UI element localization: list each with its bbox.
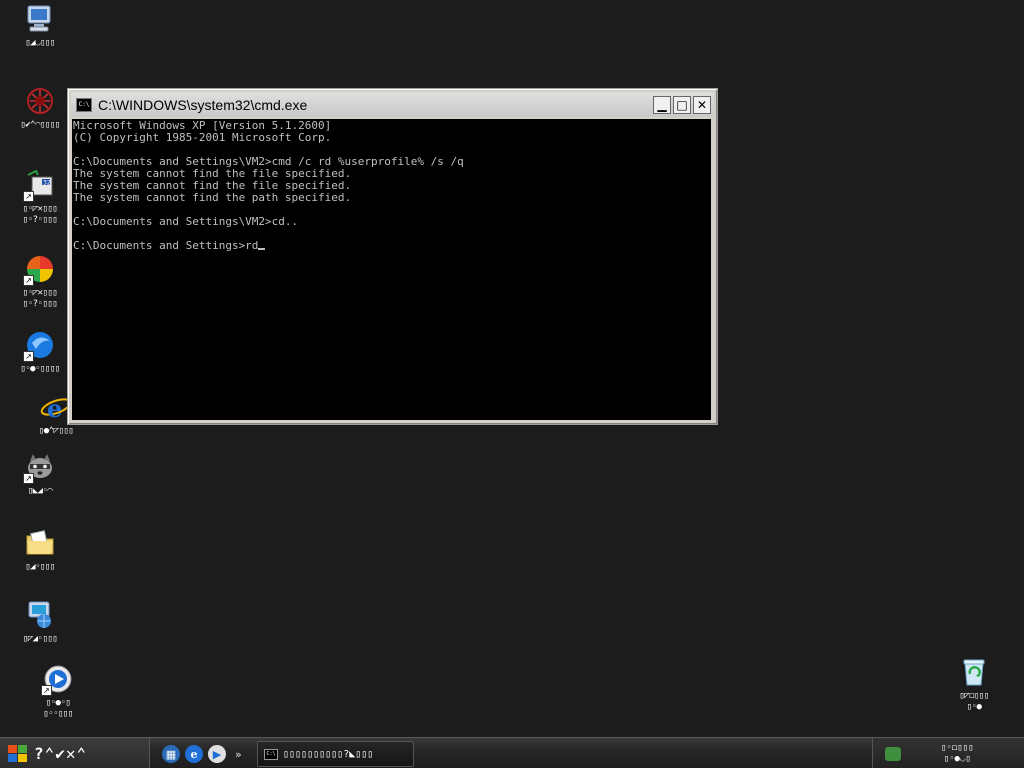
desktop-icon-label: ▯◦●◦▯▯▯▯ — [20, 364, 60, 374]
show-desktop-icon[interactable]: ▦ — [162, 745, 180, 763]
shortcut-arrow-icon: ↗ — [23, 351, 34, 362]
desktop-icon-my-documents[interactable]: ▯◢◦▯▯▯ — [0, 526, 80, 590]
shortcut-arrow-icon: ↗ — [23, 191, 34, 202]
shortcut-arrow-icon: ↗ — [23, 275, 34, 286]
desktop-icon-label: ▯✔⌃◠▯▯▯▯ — [20, 120, 60, 130]
blue-orb-icon: ↗ — [23, 328, 57, 362]
start-button[interactable]: ?⌃✔✕⌃ — [0, 738, 150, 768]
svg-text:32: 32 — [43, 180, 51, 187]
console-app-icon: C:\ — [264, 748, 278, 760]
desktop-icon-label: ▯◣◢◦◠ — [27, 486, 53, 496]
system-tray: ▯◦◻▯▯▯ ▯◦●◡▯ — [872, 738, 1024, 768]
close-button[interactable]: ✕ — [693, 95, 711, 114]
window-titlebar[interactable]: C:\ C:\WINDOWS\system32\cmd.exe ▁ □ ✕ — [71, 92, 714, 117]
media-player-quicklaunch-icon[interactable]: ▶ — [208, 745, 226, 763]
taskbar: ?⌃✔✕⌃ ▦ e ▶ » C:\ ▯▯▯▯▯▯▯▯▯▯?◣▯▯▯ ▯◦◻▯▯▯… — [0, 737, 1024, 768]
quick-launch-bar: ▦ e ▶ » — [162, 742, 242, 766]
computer-icon — [23, 2, 57, 36]
desktop-icon-label: ▯◸◢◦▯▯▯ — [22, 634, 58, 644]
window-title: C:\WINDOWS\system32\cmd.exe — [98, 96, 308, 113]
desktop-icon-raccoon-app[interactable]: ↗ ▯◣◢◦◠ — [0, 450, 80, 514]
svg-text:e: e — [47, 394, 62, 423]
text-cursor — [258, 248, 266, 250]
pinwheel-icon: ↗ — [23, 252, 57, 286]
raccoon-icon: ↗ — [23, 450, 57, 484]
folder-icon — [23, 526, 57, 560]
desktop-icon-media-player[interactable]: ↗ ▯◦●◦▯ ▯◦◦▯▯▯ — [18, 662, 98, 726]
taskbar-button-cmd[interactable]: C:\ ▯▯▯▯▯▯▯▯▯▯?◣▯▯▯ — [257, 741, 414, 767]
desktop-icon-label: ▯◦◸✕▯▯▯ ▯◦?◦▯▯▯ — [22, 204, 58, 225]
desktop-icon-my-computer[interactable]: ▯◢◡▯▯▯ — [0, 2, 80, 66]
console-prompt-text: C:\Documents and Settings>rd — [73, 239, 259, 252]
tray-clock[interactable]: ▯◦◻▯▯▯ ▯◦●◡▯ — [941, 743, 974, 765]
desktop-icon-label: ▯◢◦▯▯▯ — [25, 562, 55, 572]
console-line: The system cannot find the path specifie… — [73, 191, 352, 204]
desktop-icon-label: ▯◸◻▯▯▯ ▯◦● — [959, 691, 989, 712]
desktop-icon-label: ▯◦◸✕▯▯▯ ▯◦?◦▯▯▯ — [22, 288, 58, 309]
desktop-icon-network-places[interactable]: ▯◸◢◦▯▯▯ — [0, 598, 80, 662]
recycle-bin-icon — [957, 655, 991, 689]
start-button-label: ?⌃✔✕⌃ — [34, 744, 88, 763]
console-output[interactable]: Microsoft Windows XP [Version 5.1.2600] … — [72, 119, 713, 420]
paint-icon: 32 ↗ — [23, 168, 57, 202]
desktop-icon-label: ▯◢◡▯▯▯ — [25, 38, 55, 48]
cmd-window[interactable]: C:\ C:\WINDOWS\system32\cmd.exe ▁ □ ✕ Mi… — [67, 88, 718, 425]
windows-flag-icon — [8, 744, 28, 763]
console-prompt-line[interactable]: C:\Documents and Settings>rd — [73, 240, 711, 252]
minimize-button[interactable]: ▁ — [653, 95, 671, 114]
media-player-icon: ↗ — [41, 662, 75, 696]
console-app-icon[interactable]: C:\ — [76, 97, 92, 112]
network-icon — [23, 84, 57, 118]
quicklaunch-more-button[interactable]: » — [235, 748, 242, 761]
console-line: C:\Documents and Settings\VM2>cd.. — [73, 215, 299, 228]
ie-quicklaunch-icon[interactable]: e — [185, 745, 203, 763]
desktop-icon-label: ▯◦●◦▯ ▯◦◦▯▯▯ — [43, 698, 73, 719]
desktop-icon-recycle-bin[interactable]: ▯◸◻▯▯▯ ▯◦● — [934, 655, 1014, 719]
shortcut-arrow-icon: ↗ — [23, 473, 34, 484]
tray-app-icon[interactable] — [885, 746, 901, 761]
maximize-button[interactable]: □ — [673, 95, 691, 114]
shortcut-arrow-icon: ↗ — [41, 685, 52, 696]
taskbar-button-label: ▯▯▯▯▯▯▯▯▯▯?◣▯▯▯ — [283, 748, 374, 760]
console-line: (C) Copyright 1985-2001 Microsoft Corp. — [73, 131, 332, 144]
desktop-icon-label: ▯●⌃◸▯▯▯ — [38, 426, 74, 436]
network-places-icon — [23, 598, 57, 632]
